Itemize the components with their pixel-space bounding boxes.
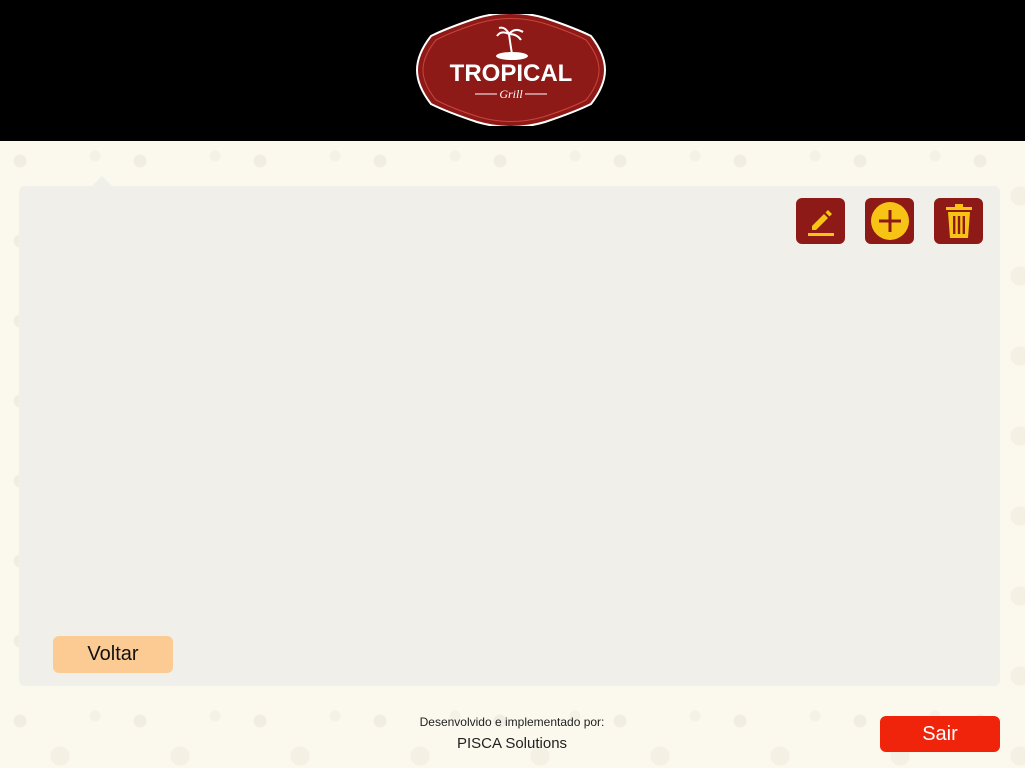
panel-notch bbox=[92, 176, 112, 186]
app-header: TROPICAL Grill bbox=[0, 0, 1025, 141]
company-name: PISCA Solutions bbox=[456, 735, 568, 752]
logo-brand-text: TROPICAL bbox=[450, 60, 573, 87]
edit-button[interactable] bbox=[796, 198, 845, 244]
pencil-icon bbox=[807, 210, 834, 236]
back-button[interactable]: Voltar bbox=[53, 636, 173, 673]
plus-circle-icon bbox=[870, 202, 909, 240]
delete-button[interactable] bbox=[934, 198, 983, 244]
trash-icon bbox=[945, 204, 972, 238]
add-button[interactable] bbox=[865, 198, 914, 244]
developer-credit: Desenvolvido e implementado por: PISCA S… bbox=[380, 714, 644, 754]
credit-line: Desenvolvido e implementado por: bbox=[419, 715, 605, 729]
tropical-grill-logo: TROPICAL Grill bbox=[415, 14, 607, 126]
content-panel bbox=[19, 186, 1000, 686]
logout-button[interactable]: Sair bbox=[880, 716, 1000, 752]
logo-subtitle-text: Grill bbox=[499, 87, 523, 101]
